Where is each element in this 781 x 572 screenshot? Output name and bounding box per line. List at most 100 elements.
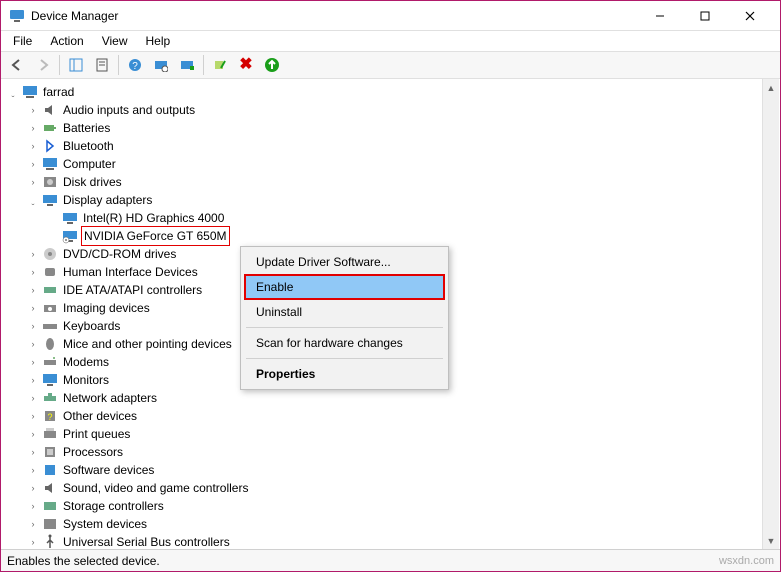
tree-node-label: System devices <box>61 515 149 533</box>
device-category-icon <box>42 354 58 370</box>
expand-icon[interactable]: › <box>27 482 39 494</box>
svg-text:?: ? <box>47 412 52 422</box>
scan-hardware-button[interactable] <box>149 53 173 77</box>
scroll-up-arrow[interactable]: ▲ <box>763 79 779 96</box>
tree-root[interactable]: ˬ farrad <box>5 83 780 101</box>
scroll-down-arrow[interactable]: ▼ <box>763 532 779 549</box>
device-category-icon <box>42 516 58 532</box>
ctx-uninstall[interactable]: Uninstall <box>244 300 445 324</box>
close-button[interactable] <box>727 2 772 30</box>
ctx-scan-hardware[interactable]: Scan for hardware changes <box>244 331 445 355</box>
ctx-separator <box>246 327 443 328</box>
expand-icon[interactable]: › <box>27 122 39 134</box>
tree-node-label: IDE ATA/ATAPI controllers <box>61 281 204 299</box>
tree-node[interactable]: › Audio inputs and outputs <box>25 101 780 119</box>
tree-node-label: Human Interface Devices <box>61 263 200 281</box>
expand-icon[interactable]: › <box>27 392 39 404</box>
device-category-icon <box>42 372 58 388</box>
tree-node[interactable]: ›Processors <box>25 443 780 461</box>
status-text: Enables the selected device. <box>7 554 160 568</box>
menu-file[interactable]: File <box>5 32 40 50</box>
tree-node-label: Sound, video and game controllers <box>61 479 250 497</box>
device-category-icon <box>42 282 58 298</box>
tree-node[interactable]: ˬ Display adapters <box>25 191 780 209</box>
expand-icon[interactable]: › <box>27 500 39 512</box>
watermark: wsxdn.com <box>719 555 774 567</box>
device-icon <box>62 228 78 244</box>
expand-icon[interactable]: › <box>27 446 39 458</box>
back-button[interactable] <box>5 53 29 77</box>
expand-icon[interactable]: › <box>27 374 39 386</box>
collapse-icon[interactable]: ˬ <box>7 86 19 98</box>
tree-node[interactable]: ›?Other devices <box>25 407 780 425</box>
minimize-button[interactable] <box>637 2 682 30</box>
collapse-icon[interactable]: ˬ <box>27 194 39 206</box>
enable-device-button[interactable] <box>208 53 232 77</box>
expand-icon[interactable]: › <box>27 338 39 350</box>
tree-node-label: Software devices <box>61 461 156 479</box>
device-category-icon <box>42 336 58 352</box>
tree-node[interactable]: › System devices <box>25 515 780 533</box>
expand-icon[interactable]: › <box>27 356 39 368</box>
properties-button[interactable] <box>90 53 114 77</box>
expand-icon[interactable]: › <box>27 140 39 152</box>
tree-node-label: Display adapters <box>61 191 154 209</box>
tree-node[interactable]: ›Computer <box>25 155 780 173</box>
show-hide-tree-button[interactable] <box>64 53 88 77</box>
expand-icon[interactable]: › <box>27 410 39 422</box>
update-driver-button[interactable] <box>260 53 284 77</box>
window-title: Device Manager <box>31 9 637 23</box>
forward-button[interactable] <box>31 53 55 77</box>
tree-node-label: Audio inputs and outputs <box>61 101 197 119</box>
expand-icon[interactable]: › <box>27 464 39 476</box>
expand-icon[interactable]: › <box>27 536 39 548</box>
uninstall-button[interactable]: ✖ <box>234 53 258 77</box>
tree-node[interactable]: › Software devices <box>25 461 780 479</box>
expand-icon[interactable]: › <box>27 266 39 278</box>
tree-child-node[interactable]: ›NVIDIA GeForce GT 650M <box>45 227 780 245</box>
device-category-icon <box>42 174 58 190</box>
tree-node[interactable]: ›Print queues <box>25 425 780 443</box>
expand-icon[interactable]: › <box>27 428 39 440</box>
tree-node[interactable]: ›Universal Serial Bus controllers <box>25 533 780 549</box>
help-button[interactable]: ? <box>123 53 147 77</box>
expand-icon[interactable]: › <box>27 302 39 314</box>
ctx-enable[interactable]: Enable <box>244 274 445 300</box>
show-hidden-button[interactable] <box>175 53 199 77</box>
titlebar: Device Manager <box>1 1 780 31</box>
menu-help[interactable]: Help <box>138 32 179 50</box>
device-category-icon <box>42 192 58 208</box>
ctx-update-driver[interactable]: Update Driver Software... <box>244 250 445 274</box>
expand-icon[interactable]: › <box>27 320 39 332</box>
expand-icon[interactable]: › <box>27 284 39 296</box>
expand-icon[interactable]: › <box>27 158 39 170</box>
device-category-icon <box>42 138 58 154</box>
menubar: File Action View Help <box>1 31 780 51</box>
tree-node-label: Imaging devices <box>61 299 152 317</box>
menu-view[interactable]: View <box>94 32 136 50</box>
device-category-icon <box>42 120 58 136</box>
device-category-icon <box>42 498 58 514</box>
tree-node[interactable]: ›Network adapters <box>25 389 780 407</box>
tree-node[interactable]: › Storage controllers <box>25 497 780 515</box>
expand-icon[interactable]: › <box>27 176 39 188</box>
expand-icon[interactable]: › <box>27 248 39 260</box>
expand-icon[interactable]: › <box>27 104 39 116</box>
tree-node-label: Mice and other pointing devices <box>61 335 234 353</box>
vertical-scrollbar[interactable]: ▲ ▼ <box>762 79 779 549</box>
ctx-properties[interactable]: Properties <box>244 362 445 386</box>
menu-action[interactable]: Action <box>42 32 91 50</box>
tree-node[interactable]: ›Disk drives <box>25 173 780 191</box>
device-category-icon <box>42 246 58 262</box>
tree-child-node[interactable]: ›Intel(R) HD Graphics 4000 <box>45 209 780 227</box>
tree-node[interactable]: ›Bluetooth <box>25 137 780 155</box>
context-menu: Update Driver Software... Enable Uninsta… <box>240 246 449 390</box>
device-category-icon <box>42 300 58 316</box>
maximize-button[interactable] <box>682 2 727 30</box>
expand-icon[interactable]: › <box>27 518 39 530</box>
tree-node[interactable]: › Sound, video and game controllers <box>25 479 780 497</box>
tree-node-label: Storage controllers <box>61 497 166 515</box>
tree-node[interactable]: ›Batteries <box>25 119 780 137</box>
tree-child-label: Intel(R) HD Graphics 4000 <box>81 209 226 227</box>
device-category-icon <box>42 264 58 280</box>
